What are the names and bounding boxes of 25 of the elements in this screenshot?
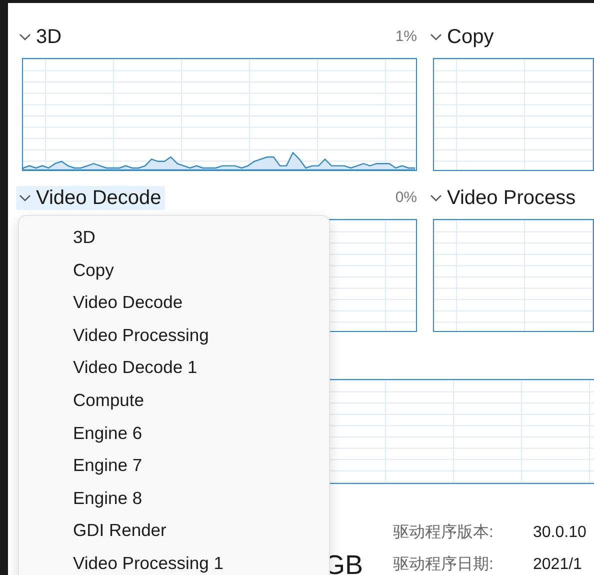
menu-item[interactable]: GDI Render xyxy=(19,515,329,548)
engine-selector[interactable]: Copy xyxy=(427,25,498,49)
menu-item[interactable]: Video Processing xyxy=(19,320,329,352)
menu-item[interactable]: Compute xyxy=(19,384,329,418)
engine-selector[interactable]: Video Process xyxy=(427,186,580,210)
menu-item[interactable]: Video Decode xyxy=(19,287,329,320)
chevron-down-icon xyxy=(430,33,442,41)
menu-item[interactable]: Engine 8 xyxy=(19,482,329,516)
menu-item[interactable]: Engine 6 xyxy=(19,418,329,450)
detail-label: 驱动程序版本: xyxy=(393,522,494,543)
chevron-down-icon xyxy=(430,194,442,202)
chevron-down-icon xyxy=(19,194,31,202)
detail-label: 驱动程序日期: xyxy=(393,554,494,575)
menu-item[interactable]: Video Decode 1 xyxy=(19,352,329,385)
detail-value: 30.0.10 xyxy=(533,523,586,543)
menu-item[interactable]: Video Processing 1 xyxy=(19,548,329,575)
menu-item[interactable]: Engine 7 xyxy=(19,450,329,483)
menu-item[interactable]: 3D xyxy=(19,222,329,255)
usage-percent: 0% xyxy=(395,188,417,208)
engine-selector[interactable]: 3D xyxy=(16,25,66,49)
usage-percent: 1% xyxy=(395,26,417,47)
detail-value: 2021/1 xyxy=(533,555,583,575)
engine-selector[interactable]: Video Decode xyxy=(16,186,166,210)
menu-item[interactable]: Copy xyxy=(19,254,329,288)
chevron-down-icon xyxy=(19,33,31,41)
